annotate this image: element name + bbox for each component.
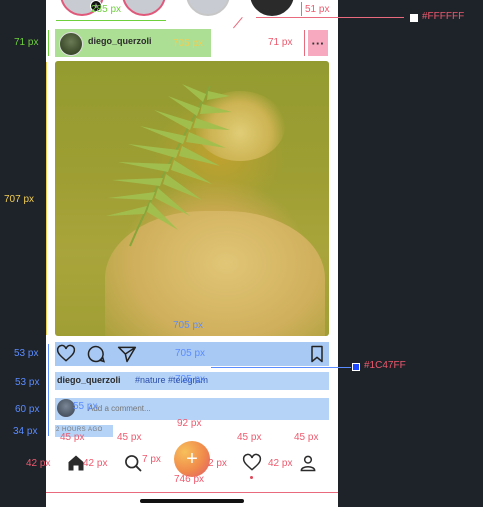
story-avatar[interactable] <box>122 0 166 16</box>
height-guide <box>46 62 47 335</box>
tab-gap-label: 7 px <box>142 454 161 465</box>
more-height-label: 71 px <box>268 37 293 48</box>
more-options-button[interactable]: ··· <box>308 30 328 56</box>
header-width-label: 705 px <box>173 38 204 49</box>
tab-add-width-label: 92 px <box>177 418 202 429</box>
post-author-avatar[interactable] <box>59 32 83 56</box>
photo-width-label: 705 px <box>173 320 204 331</box>
search-icon[interactable] <box>123 453 143 473</box>
tab-height-label: 42 px <box>26 458 51 469</box>
width-guide <box>56 20 166 21</box>
tab-home-width-label: 45 px <box>60 432 85 443</box>
home-indicator <box>140 499 244 503</box>
post-author-username[interactable]: diego_querzoli <box>88 36 152 46</box>
actions-width-label: 705 px <box>175 348 206 359</box>
caption-width-label: 705 px <box>175 374 206 385</box>
tab-height-label: 42 px <box>268 458 293 469</box>
blue-color-label: #1C47FF <box>364 360 406 371</box>
caption-height-label: 53 px <box>15 377 40 388</box>
comment-avatar-label: 55 px <box>73 401 98 412</box>
story-avatar[interactable] <box>250 0 294 16</box>
phone-screen: + diego_querzoli ··· diego_querzoli #nat… <box>46 0 338 507</box>
notification-dot <box>250 476 253 479</box>
comment-input[interactable] <box>88 401 288 415</box>
profile-icon[interactable] <box>298 453 318 473</box>
photo-highlight-overlay <box>55 61 329 336</box>
bookmark-icon[interactable] <box>307 344 327 364</box>
add-post-button[interactable]: + <box>174 441 210 477</box>
blue-color-swatch <box>352 363 360 371</box>
post-photo[interactable] <box>55 61 329 336</box>
comment-bubble-icon[interactable] <box>86 344 106 364</box>
comment-height-label: 60 px <box>15 404 40 415</box>
color-leader <box>211 367 351 368</box>
photo-height-label: 707 px <box>4 194 35 205</box>
tab-heart-width-label: 45 px <box>237 432 262 443</box>
top-right-height-label: 51 px <box>305 4 330 15</box>
activity-heart-icon[interactable] <box>242 453 262 473</box>
tab-search-width-label: 45 px <box>117 432 142 443</box>
tabbar-width-label: 746 px <box>174 474 205 485</box>
height-guide <box>304 30 305 56</box>
time-height-label: 34 px <box>13 426 38 437</box>
caption-username[interactable]: diego_querzoli <box>57 375 121 385</box>
share-send-icon[interactable] <box>117 344 137 364</box>
header-height-label: 71 px <box>14 37 39 48</box>
tab-profile-width-label: 45 px <box>294 432 319 443</box>
like-heart-icon[interactable] <box>56 344 76 364</box>
story-avatar[interactable] <box>186 0 230 16</box>
height-guide <box>48 344 49 436</box>
white-color-label: #FFFFFF <box>422 11 465 22</box>
height-guide <box>301 2 302 16</box>
white-color-swatch <box>410 14 418 22</box>
actions-height-label: 53 px <box>14 348 39 359</box>
height-guide <box>48 30 49 56</box>
color-leader <box>256 17 404 18</box>
tab-gap-label: 2 px <box>208 458 227 469</box>
stories-row: + <box>46 0 338 16</box>
tab-height-label: 42 px <box>83 458 108 469</box>
width-guide <box>46 492 338 493</box>
story-width-label: 285 px <box>91 4 122 15</box>
